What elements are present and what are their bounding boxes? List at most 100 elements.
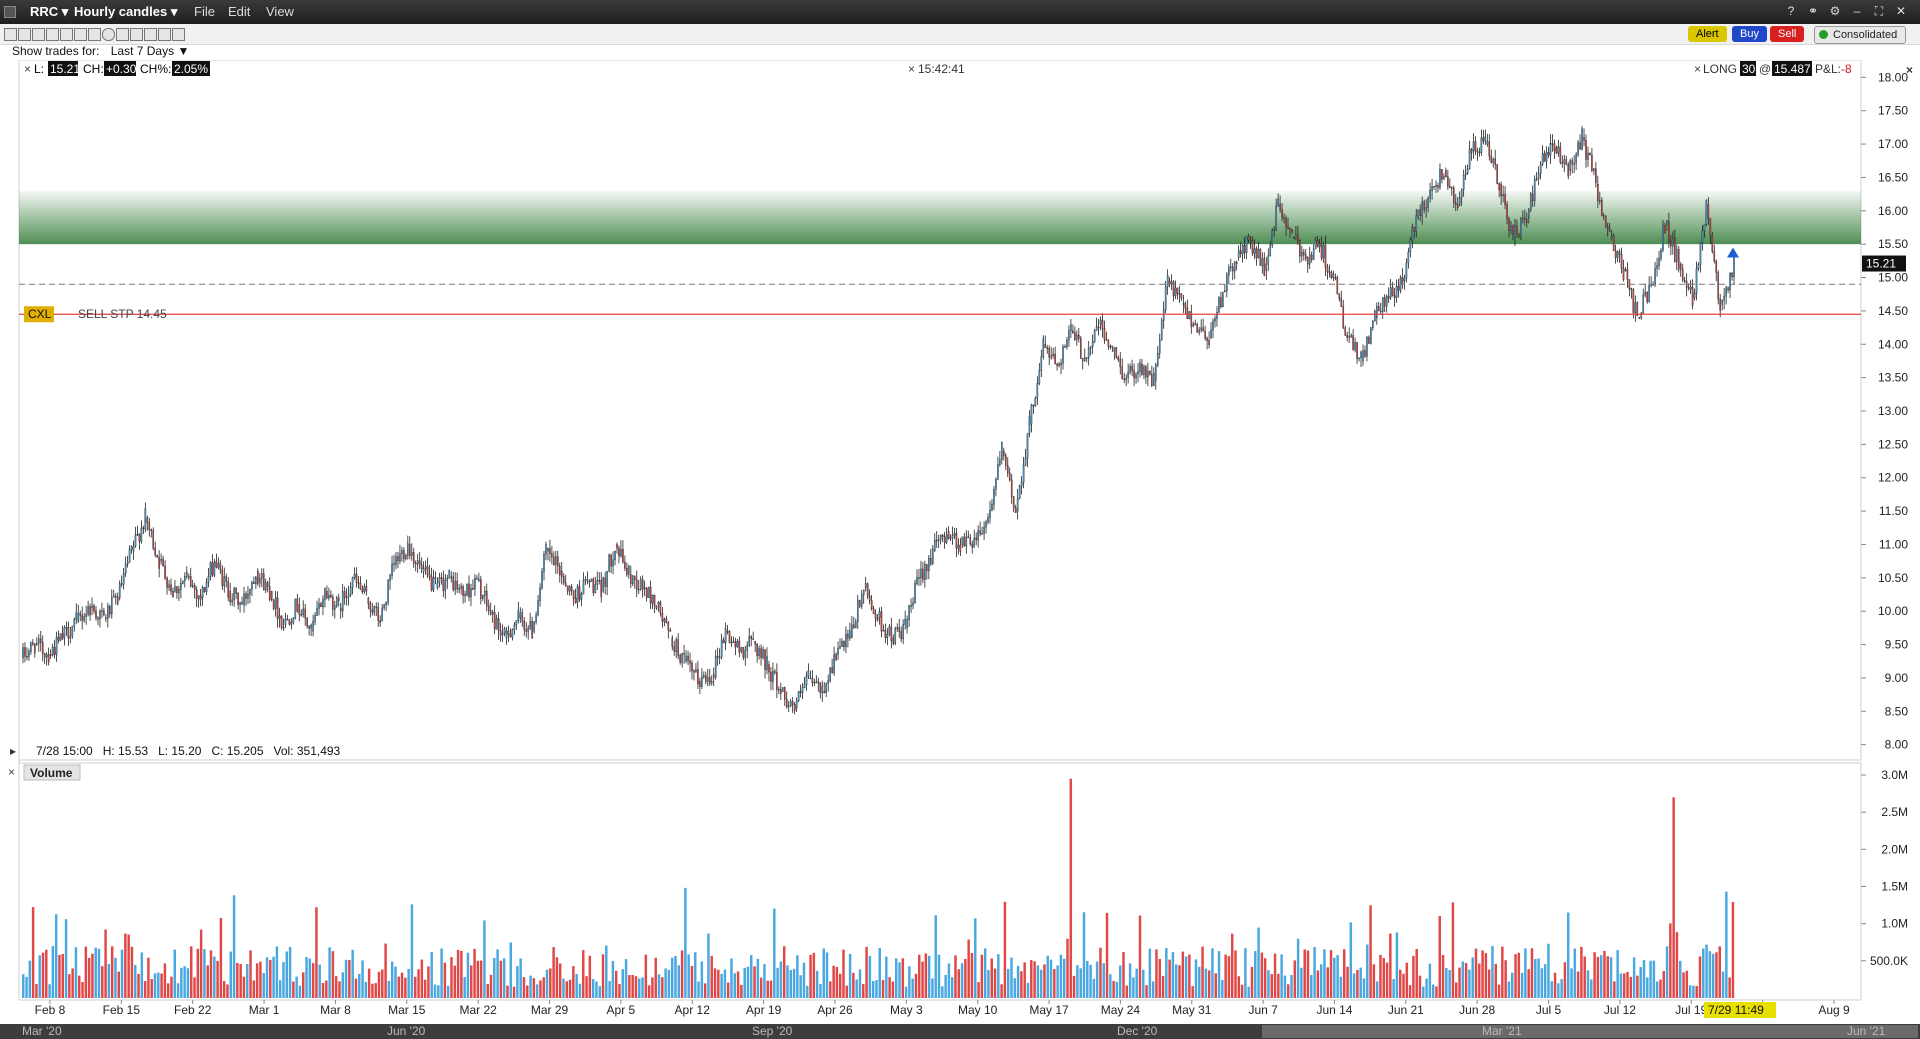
volume-bar <box>812 952 816 998</box>
alert-button[interactable]: Alert <box>1688 26 1727 42</box>
candle-body <box>1003 450 1005 456</box>
volume-bar <box>1534 959 1537 998</box>
volume-bar <box>960 963 964 998</box>
candle-body <box>645 588 648 598</box>
volume-bar <box>927 955 931 998</box>
candle-body <box>572 590 575 599</box>
volume-bar <box>1076 965 1079 998</box>
question-icon[interactable]: ? <box>1784 4 1798 18</box>
candle-body <box>491 612 494 615</box>
minimize-icon[interactable]: – <box>1850 4 1864 18</box>
candle-body <box>1675 249 1678 262</box>
candle-body <box>93 605 95 612</box>
volume-bar <box>1174 964 1178 998</box>
volume-pane-toggle[interactable]: × <box>8 765 15 779</box>
candle-body <box>671 637 674 647</box>
period-selector[interactable]: Hourly candles ▾ <box>74 4 177 20</box>
close-position-icon[interactable]: × <box>1694 62 1701 76</box>
measure-icon[interactable] <box>130 28 143 41</box>
candle-body <box>1672 238 1674 247</box>
volume-bar <box>565 981 569 998</box>
candle-body <box>1200 327 1202 331</box>
candle-body <box>1433 185 1435 188</box>
candle-body <box>26 656 28 658</box>
candle-body <box>1356 342 1358 359</box>
close-chart-icon[interactable]: × <box>1906 63 1913 77</box>
symbol-selector[interactable]: RRC ▾ <box>30 4 68 20</box>
candle-body <box>971 543 974 548</box>
candle-body <box>304 608 306 619</box>
navigator-handle[interactable] <box>1262 1025 1918 1038</box>
sell-button[interactable]: Sell <box>1770 26 1805 42</box>
pattern-icon[interactable] <box>158 28 171 41</box>
candle-body <box>898 627 901 632</box>
zoom-icon[interactable] <box>60 28 73 41</box>
candle-body <box>1421 201 1423 216</box>
volume-bar <box>1148 948 1152 998</box>
volume-bar <box>58 954 61 998</box>
indicator-icon[interactable] <box>32 28 45 41</box>
candle-body <box>156 554 158 558</box>
menu-edit[interactable]: Edit <box>228 4 250 19</box>
volume-bar <box>354 978 358 998</box>
link-icon[interactable]: ⚭ <box>1806 4 1820 18</box>
trade-icon[interactable] <box>172 28 185 41</box>
candle-body <box>24 647 26 657</box>
candle-body <box>1239 250 1242 255</box>
candle-body <box>34 643 36 654</box>
candle-body <box>760 648 762 658</box>
menu-view[interactable]: View <box>266 4 294 19</box>
candle-body <box>845 633 847 648</box>
candle-body <box>1437 185 1439 188</box>
volume-bar <box>1316 970 1320 998</box>
volume-bar <box>1507 981 1511 998</box>
volume-bar <box>1254 951 1257 998</box>
close-time-icon[interactable]: × <box>908 62 915 76</box>
volume-bar <box>1244 948 1247 998</box>
volume-bar <box>1023 962 1026 998</box>
candle-body <box>517 610 520 621</box>
volume-bar <box>1606 956 1609 998</box>
candle-body <box>780 688 782 694</box>
show-trades-select[interactable]: Last 7 Days ▼ <box>111 44 190 58</box>
consolidated-toggle[interactable]: Consolidated <box>1814 26 1907 44</box>
draw-icon[interactable] <box>116 28 129 41</box>
candle-body <box>180 583 182 590</box>
candle-body <box>908 605 910 620</box>
volume-bar <box>558 963 562 998</box>
buy-button[interactable]: Buy <box>1732 26 1767 42</box>
layout-icon[interactable] <box>46 28 59 41</box>
candle-body <box>51 647 54 656</box>
volume-bar <box>1622 973 1626 998</box>
fib-icon[interactable] <box>144 28 157 41</box>
candle-body <box>560 570 563 577</box>
close-header-icon[interactable]: × <box>24 62 31 76</box>
volume-bar <box>654 957 657 998</box>
candle-body <box>961 536 964 545</box>
menu-file[interactable]: File <box>194 4 215 19</box>
candle-body <box>1670 241 1672 247</box>
candle-body <box>1379 310 1382 313</box>
text-icon[interactable] <box>74 28 87 41</box>
price-chart[interactable]: 8.008.509.009.5010.0010.5011.0011.5012.0… <box>0 60 1920 1039</box>
candle-body <box>207 575 210 583</box>
candle-body <box>105 617 107 620</box>
candle-body <box>160 558 162 562</box>
settings-icon[interactable]: ⚙ <box>1828 4 1842 18</box>
globe-icon[interactable] <box>102 28 115 41</box>
save-icon[interactable] <box>18 28 31 41</box>
volume-tick-label: 3.0M <box>1881 768 1908 782</box>
volume-bar <box>1333 957 1336 998</box>
candle-body <box>243 593 245 605</box>
volume-bar <box>720 974 723 998</box>
close-icon[interactable]: ✕ <box>1894 4 1908 18</box>
candle-body <box>1133 370 1135 379</box>
maximize-icon[interactable]: ⛶ <box>1872 4 1886 18</box>
candle-body <box>1697 263 1700 269</box>
bar-chart-icon[interactable] <box>4 28 17 41</box>
candle-body <box>708 677 711 684</box>
candle-body <box>920 568 922 579</box>
candle-body <box>343 591 346 598</box>
crosshair-icon[interactable] <box>88 28 101 41</box>
volume-bar <box>364 981 368 998</box>
